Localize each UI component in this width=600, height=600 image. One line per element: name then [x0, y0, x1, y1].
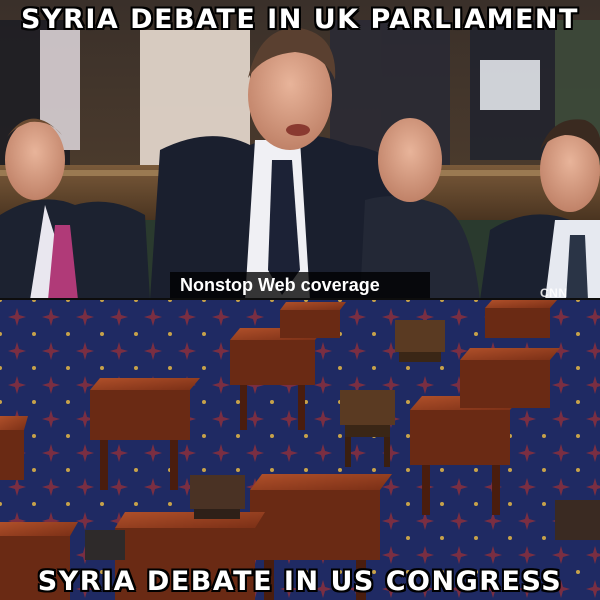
meme-image: Nonstop Web coverage CNN SYRIA DEBATE IN…	[0, 0, 600, 600]
empty-desk	[115, 512, 265, 600]
empty-desk	[485, 300, 557, 338]
empty-chair	[190, 475, 245, 519]
empty-desk	[0, 416, 28, 480]
empty-chair	[395, 320, 445, 362]
lower-third-banner: Nonstop Web coverage	[170, 272, 430, 298]
empty-desk	[280, 302, 346, 338]
empty-desk	[0, 522, 78, 600]
empty-chair	[555, 500, 600, 540]
empty-chair	[85, 530, 125, 560]
us-congress-photo	[0, 300, 600, 600]
uk-parliament-photo: Nonstop Web coverage CNN	[0, 0, 600, 300]
empty-desk	[460, 348, 560, 408]
